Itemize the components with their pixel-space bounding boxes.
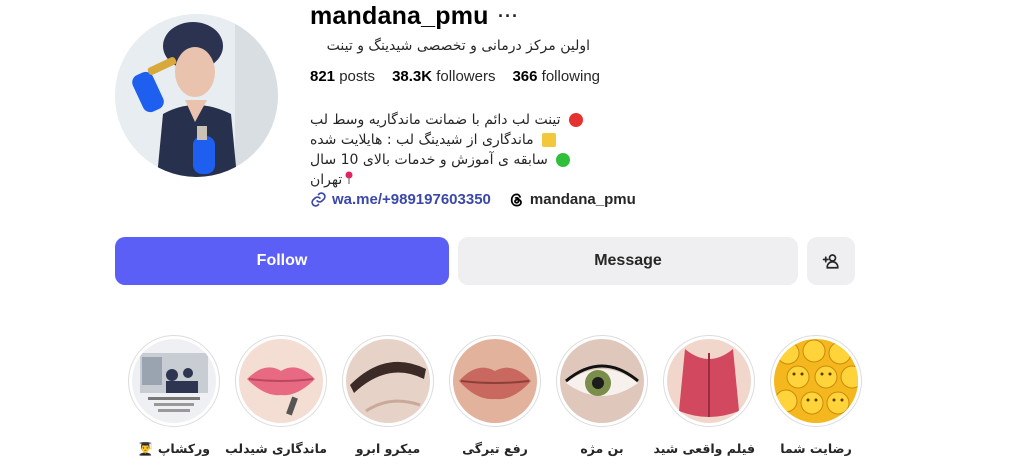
lips-photo-icon — [453, 339, 537, 423]
green-circle-icon — [555, 153, 570, 167]
yellow-square-icon — [541, 133, 556, 147]
highlight-item[interactable]: ماندگاری شیدلب — [225, 335, 327, 456]
bio-line: تینت لب دائم با ضمانت ماندگاریه وسط لب — [310, 110, 610, 130]
threads-link[interactable]: mandana_pmu — [509, 191, 636, 208]
workshop-photo-icon — [132, 339, 216, 423]
highlight-label: ماندگاری شیدلب — [225, 441, 327, 456]
external-link[interactable]: wa.me/+989197603350 — [310, 191, 491, 208]
profile-username: mandana_pmu — [310, 2, 489, 30]
highlight-label: فیلم واقعی شید — [653, 441, 755, 456]
eyebrow-photo-icon — [346, 339, 430, 423]
add-user-icon — [822, 254, 839, 269]
more-options-icon[interactable]: ··· — [498, 6, 519, 27]
highlight-item[interactable]: میکرو ابرو — [342, 335, 434, 456]
highlight-label: بن مژه — [580, 441, 624, 456]
highlight-item[interactable]: رفع تیرگی — [449, 335, 541, 456]
message-button[interactable]: Message — [458, 237, 798, 285]
bio-line: سابقه ی آموزش و خدمات بالای 10 سال — [310, 150, 610, 170]
following-stat[interactable]: 366 following — [512, 68, 600, 85]
highlight-label: رفع تیرگی — [462, 441, 528, 456]
link-icon — [311, 192, 326, 207]
lips-photo-icon — [239, 339, 323, 423]
profile-bio: تینت لب دائم با ضمانت ماندگاریه وسط لب م… — [310, 110, 610, 190]
highlight-item[interactable]: فیلم واقعی شید — [653, 335, 755, 456]
add-user-button[interactable] — [807, 237, 855, 285]
follow-button[interactable]: Follow — [115, 237, 449, 285]
profile-stats: 821 posts 38.3K followers 366 following — [310, 68, 600, 85]
highlight-item[interactable]: رضایت شما — [770, 335, 862, 456]
bio-line: تهران — [310, 170, 610, 190]
highlight-item[interactable]: بن مژه — [556, 335, 648, 456]
highlight-label: میکرو ابرو — [355, 441, 421, 456]
highlight-item[interactable]: ورکشاپ 👨‍🎓 — [128, 335, 220, 457]
threads-icon — [510, 192, 522, 207]
emoji-photo-icon — [774, 339, 858, 423]
pin-icon — [345, 171, 353, 184]
eye-photo-icon — [560, 339, 644, 423]
highlight-label: ورکشاپ 👨‍🎓 — [137, 441, 211, 456]
bio-line: ماندگاری از شیدینگ لب : هایلایت شده — [310, 130, 610, 150]
posts-stat: 821 posts — [310, 68, 376, 85]
profile-links: wa.me/+989197603350 mandana_pmu — [310, 191, 636, 208]
highlight-label: رضایت شما — [780, 441, 852, 456]
lips-photo-icon — [667, 339, 751, 423]
followers-stat[interactable]: 38.3K followers — [392, 68, 495, 85]
profile-avatar[interactable] — [115, 14, 278, 177]
profile-full-name: اولین مرکز درمانی و تخصصی شیدینگ و تینت — [326, 38, 590, 54]
red-circle-icon — [568, 113, 583, 127]
